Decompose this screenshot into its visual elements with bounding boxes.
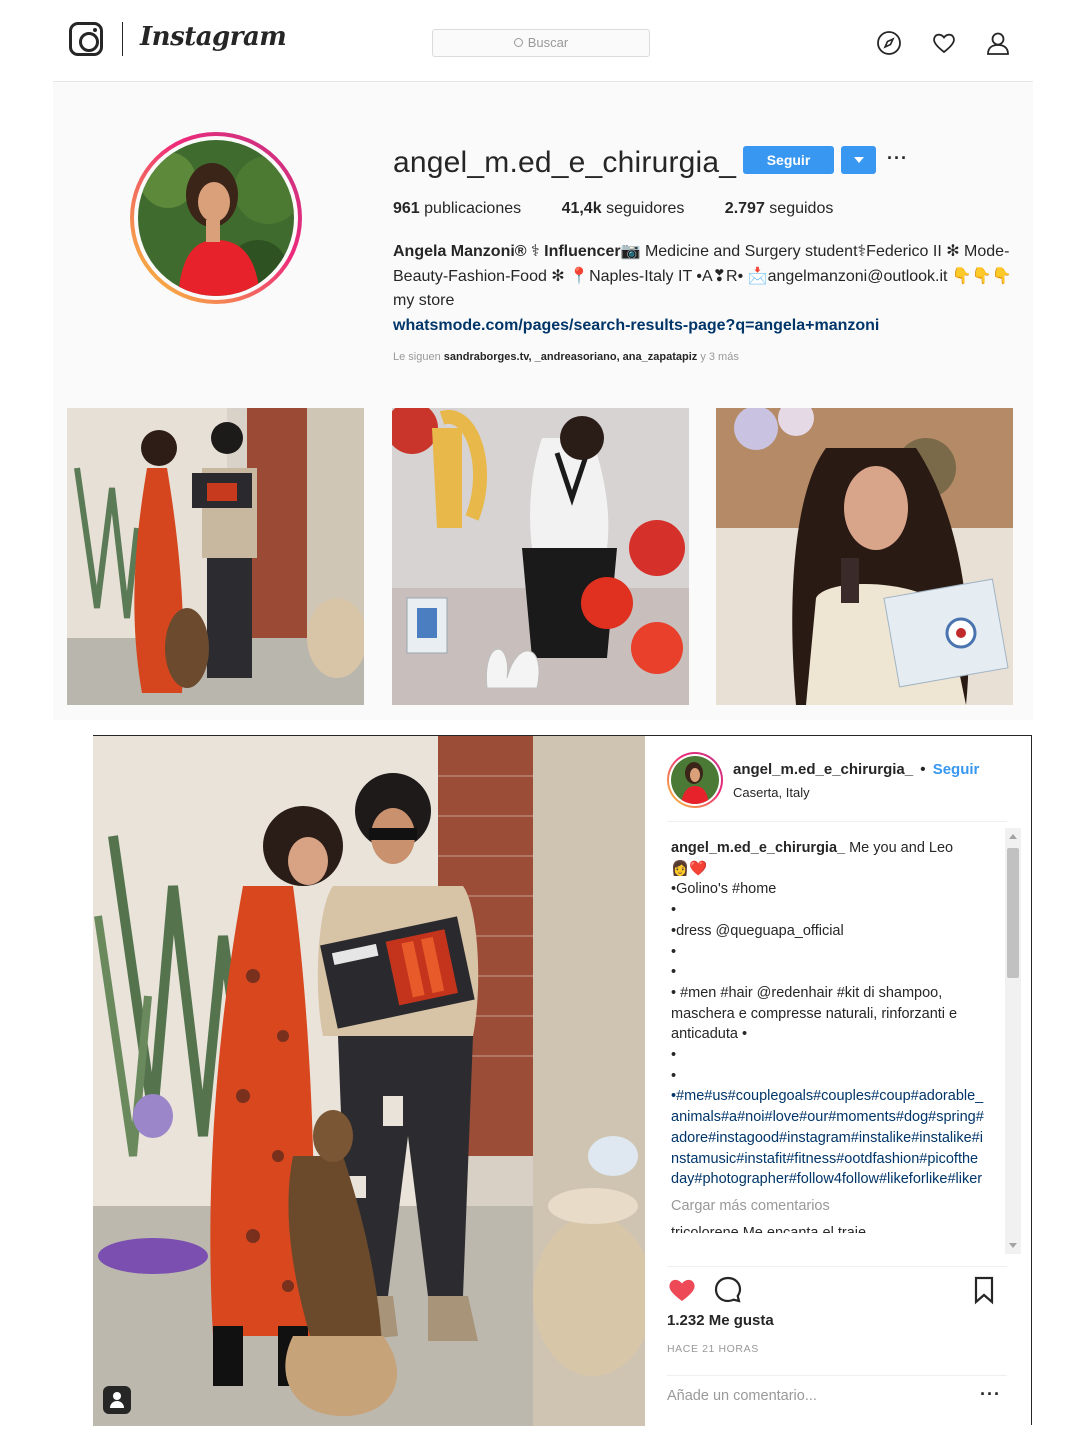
bio-website-link[interactable]: whatsmode.com/pages/search-results-page?… <box>393 314 1015 339</box>
profile-full-name: Angela Manzoni® ⚕ Influencer📷 <box>393 243 641 260</box>
search-icon <box>513 38 523 47</box>
profile-bio: Angela Manzoni® ⚕ Influencer📷 Medicine a… <box>393 240 1015 338</box>
caption-line: • <box>671 964 677 981</box>
caption-line: • <box>671 1047 677 1064</box>
post-author-username[interactable]: angel_m.ed_e_chirurgia_ <box>733 761 913 778</box>
post-author-avatar[interactable] <box>667 752 723 808</box>
header-separator: • <box>920 761 926 778</box>
caption-hashtags[interactable]: •#me#us#couplegoals#couples#coup#adorabl… <box>671 1086 985 1190</box>
caption-line: • #men #hair @redenhair #kit di shampoo,… <box>671 984 962 1043</box>
grid-post-1[interactable] <box>67 408 364 705</box>
comments-list[interactable]: angel_m.ed_e_chirurgia_ Me you and Leo 👩… <box>671 838 985 1258</box>
next-comment-peek: tricolorene Me encanta el traje <box>671 1224 867 1233</box>
post-location[interactable]: Caserta, Italy <box>733 785 810 800</box>
profile-stats: 961 publicaciones 41,4k seguidores 2.797… <box>393 200 869 218</box>
profile-section: angel_m.ed_e_chirurgia_ Seguir ··· 961 p… <box>53 82 1033 720</box>
grid-post-3[interactable] <box>716 408 1013 705</box>
follow-button[interactable]: Seguir <box>743 146 834 174</box>
caption-first-line: angel_m.ed_e_chirurgia_ Me you and Leo 👩… <box>671 838 985 879</box>
post-photo-image <box>93 736 645 1426</box>
scrollbar-thumb[interactable] <box>1007 848 1019 978</box>
search-placeholder: Buscar <box>527 35 569 50</box>
caption-line: • <box>671 943 677 960</box>
comments-scrollbar[interactable] <box>1005 828 1021 1254</box>
logo-divider <box>122 22 123 56</box>
load-more-comments-button[interactable]: Cargar más comentarios <box>671 1196 985 1217</box>
scroll-down-arrow-icon[interactable] <box>1009 1243 1017 1248</box>
post-detail-modal: angel_m.ed_e_chirurgia_ • Seguir Caserta… <box>93 735 1032 1426</box>
profile-options-button[interactable]: ··· <box>887 148 908 169</box>
following-count[interactable]: 2.797 seguidos <box>725 200 834 217</box>
profile-avatar[interactable] <box>130 132 302 304</box>
profile-username: angel_m.ed_e_chirurgia_ <box>393 146 737 179</box>
liked-heart-icon[interactable] <box>667 1275 697 1305</box>
instagram-wordmark[interactable]: Instagram <box>140 22 287 52</box>
comment-icon[interactable] <box>713 1275 743 1305</box>
post-photo[interactable] <box>93 736 645 1426</box>
heart-icon[interactable] <box>931 30 957 56</box>
followers-count[interactable]: 41,4k seguidores <box>562 200 685 217</box>
post-options-button[interactable]: ··· <box>980 1384 1001 1405</box>
grid-post-1-photo <box>67 408 364 705</box>
scroll-up-arrow-icon[interactable] <box>1009 834 1017 839</box>
add-comment-bar: Añade un comentario... ··· <box>667 1375 1007 1417</box>
suggested-accounts-dropdown-button[interactable] <box>841 146 876 174</box>
likes-count[interactable]: 1.232 Me gusta <box>667 1312 774 1329</box>
caption-line: •dress @queguapa_official <box>671 922 844 939</box>
post-author-line: angel_m.ed_e_chirurgia_ • Seguir <box>733 761 979 778</box>
grid-post-2-photo <box>392 408 689 705</box>
post-sidebar: angel_m.ed_e_chirurgia_ • Seguir Caserta… <box>645 736 1031 1426</box>
instagram-glyph-icon[interactable] <box>69 22 103 56</box>
top-navigation-bar: Instagram Buscar <box>53 0 1033 82</box>
post-header: angel_m.ed_e_chirurgia_ • Seguir Caserta… <box>667 752 1007 822</box>
post-author-avatar-photo <box>671 756 719 804</box>
post-follow-button[interactable]: Seguir <box>933 761 980 778</box>
followed-by-text[interactable]: Le siguen sandraborges.tv, _andreasorian… <box>393 351 739 363</box>
post-timestamp[interactable]: HACE 21 HORAS <box>667 1343 759 1355</box>
person-icon[interactable] <box>985 30 1011 56</box>
post-actions: 1.232 Me gusta HACE 21 HORAS Añade un co… <box>667 1266 1007 1416</box>
grid-post-2[interactable] <box>392 408 689 705</box>
caption-line: • <box>671 1067 677 1084</box>
tagged-people-icon[interactable] <box>103 1386 131 1414</box>
caption-username[interactable]: angel_m.ed_e_chirurgia_ <box>671 840 845 856</box>
bookmark-icon[interactable] <box>969 1275 999 1305</box>
posts-count: 961 publicaciones <box>393 200 522 217</box>
compass-icon[interactable] <box>876 30 902 56</box>
caption-line: • <box>671 902 677 919</box>
caption-line: •Golino's #home <box>671 881 777 898</box>
avatar-photo <box>138 140 294 296</box>
followed-by-names[interactable]: sandraborges.tv, _andreasoriano, ana_zap… <box>444 351 698 363</box>
add-comment-input[interactable]: Añade un comentario... <box>667 1388 817 1404</box>
search-input[interactable]: Buscar <box>432 29 650 57</box>
grid-post-3-photo <box>716 408 1013 705</box>
